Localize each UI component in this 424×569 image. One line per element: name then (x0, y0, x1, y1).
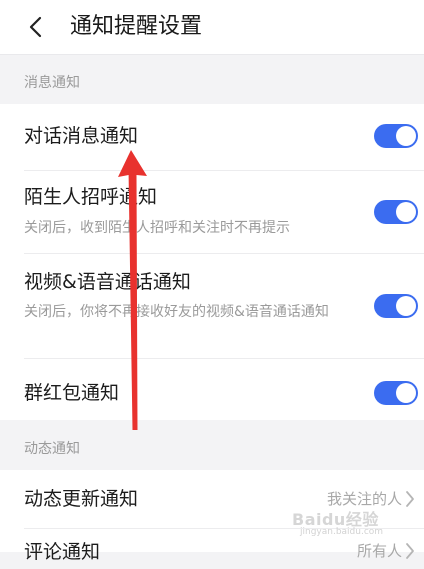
setting-title: 视频&语音通话通知 (24, 271, 191, 293)
setting-value: 所有人 (356, 542, 402, 560)
toggle-knob (396, 202, 416, 222)
message-settings-card: 对话消息通知 陌生人招呼通知 关闭后，收到陌生人招呼和关注时不再提示 视频&语音… (0, 104, 424, 420)
toggle-knob (396, 383, 416, 403)
toggle-switch[interactable] (374, 124, 418, 148)
watermark-url: jingyan.baidu.com (300, 527, 384, 537)
section-label-message: 消息通知 (24, 75, 80, 91)
toggle-switch[interactable] (374, 381, 418, 405)
section-label-feed: 动态通知 (24, 441, 80, 457)
toggle-knob (396, 126, 416, 146)
chevron-right-icon (406, 543, 414, 559)
toggle-switch[interactable] (374, 200, 418, 224)
setting-title: 陌生人招呼通知 (24, 186, 158, 208)
setting-description: 关闭后，收到陌生人招呼和关注时不再提示 (24, 220, 290, 236)
setting-row-stranger-notify[interactable]: 陌生人招呼通知 关闭后，收到陌生人招呼和关注时不再提示 (0, 171, 424, 253)
chevron-right-icon (406, 491, 414, 507)
top-bar: 通知提醒设置 (0, 0, 424, 54)
setting-row-chat-notify[interactable]: 对话消息通知 (0, 104, 424, 170)
setting-row-redpacket-notify[interactable]: 群红包通知 (0, 359, 424, 420)
page-title: 通知提醒设置 (70, 14, 203, 39)
setting-row-call-notify[interactable]: 视频&语音通话通知 关闭后，你将不再接收好友的视频&语音通话通知 (0, 254, 424, 358)
setting-title: 评论通知 (24, 541, 101, 563)
toggle-switch[interactable] (374, 294, 418, 318)
setting-title: 动态更新通知 (24, 488, 139, 510)
setting-title: 群红包通知 (24, 382, 120, 404)
chevron-left-icon[interactable] (20, 12, 50, 42)
setting-description: 关闭后，你将不再接收好友的视频&语音通话通知 (24, 304, 329, 320)
toggle-knob (396, 296, 416, 316)
setting-title: 对话消息通知 (24, 125, 139, 147)
